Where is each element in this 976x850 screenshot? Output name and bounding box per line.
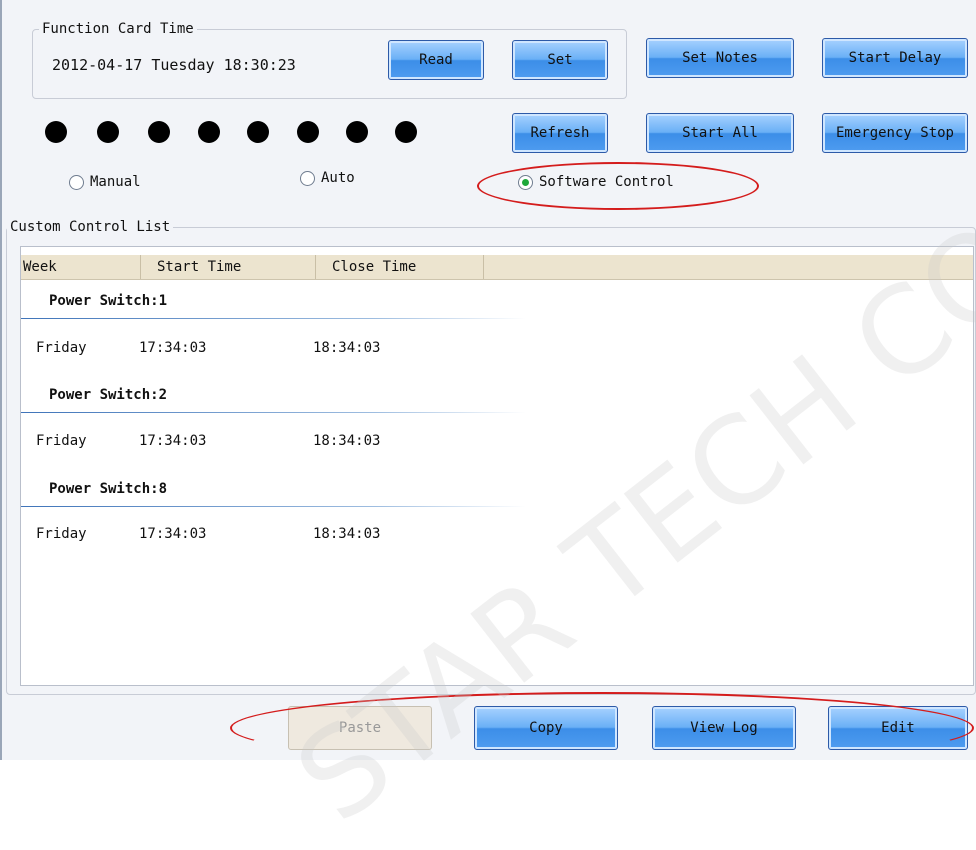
column-header-close-time[interactable]: Close Time <box>316 255 484 279</box>
column-header-week[interactable]: Week <box>21 255 141 279</box>
status-light-6 <box>297 121 319 143</box>
group-title: Power Switch:1 <box>49 293 168 309</box>
cell-week: Friday <box>36 526 87 542</box>
software-control-highlight <box>477 162 759 210</box>
group-divider <box>21 506 526 507</box>
group-header: Power Switch:8 <box>21 481 526 507</box>
start-all-button[interactable]: Start All <box>646 113 794 153</box>
status-light-3 <box>148 121 170 143</box>
emergency-stop-button[interactable]: Emergency Stop <box>822 113 968 153</box>
manual-radio[interactable]: Manual <box>69 174 141 190</box>
status-light-2 <box>97 121 119 143</box>
group-title: Power Switch:2 <box>49 387 168 403</box>
manual-radio-label: Manual <box>90 174 141 190</box>
auto-radio-circle <box>300 170 315 186</box>
cell-week: Friday <box>36 340 87 356</box>
group-header: Power Switch:2 <box>21 387 526 413</box>
status-light-7 <box>346 121 368 143</box>
set-button[interactable]: Set <box>512 40 608 80</box>
status-light-5 <box>247 121 269 143</box>
status-light-8 <box>395 121 417 143</box>
group-title: Power Switch:8 <box>49 481 168 497</box>
read-button[interactable]: Read <box>388 40 484 80</box>
control-panel: Function Card Time 2012-04-17 Tuesday 18… <box>0 0 976 850</box>
status-light-4 <box>198 121 220 143</box>
group-divider <box>21 318 526 319</box>
set-notes-button[interactable]: Set Notes <box>646 38 794 78</box>
cell-close-time: 18:34:03 <box>313 340 381 356</box>
group-header: Power Switch:1 <box>21 293 526 319</box>
refresh-button[interactable]: Refresh <box>512 113 608 153</box>
auto-radio-label: Auto <box>321 170 355 186</box>
bottom-buttons-highlight <box>230 692 974 764</box>
cell-close-time: 18:34:03 <box>313 526 381 542</box>
custom-control-list-legend: Custom Control List <box>10 219 171 235</box>
status-light-1 <box>45 121 67 143</box>
cell-start-time: 17:34:03 <box>139 526 207 542</box>
column-header-start-time[interactable]: Start Time <box>141 255 316 279</box>
function-card-time-legend: Function Card Time <box>42 21 194 37</box>
group-divider <box>21 412 526 413</box>
cell-close-time: 18:34:03 <box>313 433 381 449</box>
cell-start-time: 17:34:03 <box>139 340 207 356</box>
start-delay-button[interactable]: Start Delay <box>822 38 968 78</box>
custom-control-list[interactable]: Week Start Time Close Time Power Switch:… <box>20 246 974 686</box>
manual-radio-circle <box>69 174 84 190</box>
card-time-value: 2012-04-17 Tuesday 18:30:23 <box>52 56 296 74</box>
cell-start-time: 17:34:03 <box>139 433 207 449</box>
list-header: Week Start Time Close Time <box>21 255 973 280</box>
cell-week: Friday <box>36 433 87 449</box>
auto-radio[interactable]: Auto <box>300 170 355 186</box>
